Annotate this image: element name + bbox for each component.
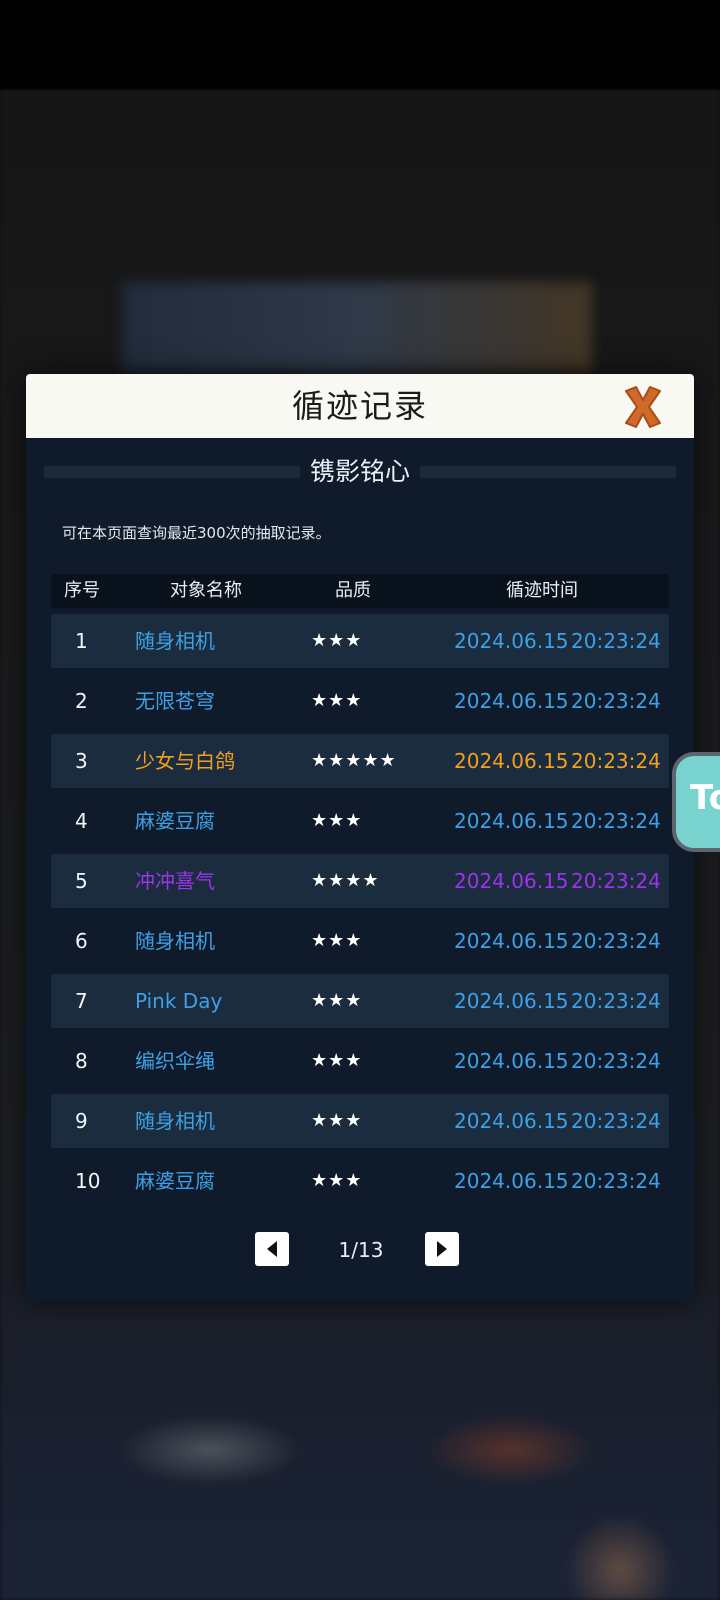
header-index: 序号 bbox=[64, 580, 100, 601]
row-date: 2024.06.15 bbox=[454, 929, 569, 953]
blurred-background-card bbox=[122, 282, 592, 372]
row-stars: ★★★ bbox=[311, 1050, 363, 1071]
row-date: 2024.06.15 bbox=[454, 749, 569, 773]
row-index: 3 bbox=[75, 749, 88, 773]
floating-assistant-tab[interactable]: To bbox=[672, 752, 720, 852]
row-time: 20:23:24 bbox=[571, 749, 661, 773]
status-bar bbox=[0, 0, 720, 90]
row-stars: ★★★★★ bbox=[311, 750, 397, 771]
table-row[interactable]: 7 Pink Day ★★★ 2024.06.15 20:23:24 bbox=[51, 974, 669, 1028]
table-row[interactable]: 1 随身相机 ★★★ 2024.06.15 20:23:24 bbox=[51, 614, 669, 668]
banner-subtitle-text: 镌影铭心 bbox=[299, 457, 420, 486]
row-stars: ★★★★ bbox=[311, 870, 380, 891]
row-index: 5 bbox=[75, 869, 88, 893]
table-row[interactable]: 10 麻婆豆腐 ★★★ 2024.06.15 20:23:24 bbox=[51, 1154, 669, 1208]
row-date: 2024.06.15 bbox=[454, 1169, 569, 1193]
header-time: 循迹时间 bbox=[506, 580, 578, 601]
row-time: 20:23:24 bbox=[571, 629, 661, 653]
prev-page-button[interactable] bbox=[255, 1232, 289, 1266]
row-stars: ★★★ bbox=[311, 810, 363, 831]
row-item-name: Pink Day bbox=[135, 989, 223, 1013]
table-row[interactable]: 2 无限苍穹 ★★★ 2024.06.15 20:23:24 bbox=[51, 674, 669, 728]
table-row[interactable]: 3 少女与白鸽 ★★★★★ 2024.06.15 20:23:24 bbox=[51, 734, 669, 788]
row-index: 6 bbox=[75, 929, 88, 953]
row-date: 2024.06.15 bbox=[454, 629, 569, 653]
row-index: 2 bbox=[75, 689, 88, 713]
pagination: 1/13 bbox=[26, 1232, 694, 1272]
row-stars: ★★★ bbox=[311, 930, 363, 951]
table-row[interactable]: 5 冲冲喜气 ★★★★ 2024.06.15 20:23:24 bbox=[51, 854, 669, 908]
row-time: 20:23:24 bbox=[571, 1109, 661, 1133]
row-time: 20:23:24 bbox=[571, 809, 661, 833]
history-dialog: 循迹记录 镌影铭心 可在本页面查询最近300次的抽取记录。 序号 对象名称 品质… bbox=[26, 374, 694, 1300]
close-button[interactable] bbox=[618, 382, 668, 432]
row-item-name: 少女与白鸽 bbox=[135, 749, 235, 773]
row-index: 8 bbox=[75, 1049, 88, 1073]
close-x-icon bbox=[625, 386, 661, 428]
row-stars: ★★★ bbox=[311, 1170, 363, 1191]
page-indicator: 1/13 bbox=[338, 1238, 384, 1262]
table-row[interactable]: 4 麻婆豆腐 ★★★ 2024.06.15 20:23:24 bbox=[51, 794, 669, 848]
table-row[interactable]: 9 随身相机 ★★★ 2024.06.15 20:23:24 bbox=[51, 1094, 669, 1148]
row-item-name: 随身相机 bbox=[135, 629, 215, 653]
triangle-right-icon bbox=[437, 1241, 447, 1257]
info-note: 可在本页面查询最近300次的抽取记录。 bbox=[62, 524, 331, 542]
row-time: 20:23:24 bbox=[571, 989, 661, 1013]
row-item-name: 随身相机 bbox=[135, 1109, 215, 1133]
row-item-name: 麻婆豆腐 bbox=[135, 1169, 215, 1193]
table-header: 序号 对象名称 品质 循迹时间 bbox=[51, 574, 669, 608]
row-index: 10 bbox=[75, 1169, 101, 1193]
row-time: 20:23:24 bbox=[571, 689, 661, 713]
banner-subtitle: 镌影铭心 bbox=[26, 454, 694, 490]
row-time: 20:23:24 bbox=[571, 869, 661, 893]
dialog-header: 循迹记录 bbox=[26, 374, 694, 438]
row-index: 7 bbox=[75, 989, 88, 1013]
row-item-name: 随身相机 bbox=[135, 929, 215, 953]
row-time: 20:23:24 bbox=[571, 1049, 661, 1073]
row-date: 2024.06.15 bbox=[454, 689, 569, 713]
row-stars: ★★★ bbox=[311, 1110, 363, 1131]
row-date: 2024.06.15 bbox=[454, 1109, 569, 1133]
row-date: 2024.06.15 bbox=[454, 1049, 569, 1073]
row-date: 2024.06.15 bbox=[454, 869, 569, 893]
row-index: 9 bbox=[75, 1109, 88, 1133]
triangle-left-icon bbox=[267, 1241, 277, 1257]
row-item-name: 麻婆豆腐 bbox=[135, 809, 215, 833]
row-time: 20:23:24 bbox=[571, 1169, 661, 1193]
next-page-button[interactable] bbox=[425, 1232, 459, 1266]
header-name: 对象名称 bbox=[170, 580, 242, 601]
row-stars: ★★★ bbox=[311, 990, 363, 1011]
row-date: 2024.06.15 bbox=[454, 989, 569, 1013]
row-stars: ★★★ bbox=[311, 690, 363, 711]
row-index: 1 bbox=[75, 629, 88, 653]
table-row[interactable]: 8 编织伞绳 ★★★ 2024.06.15 20:23:24 bbox=[51, 1034, 669, 1088]
row-time: 20:23:24 bbox=[571, 929, 661, 953]
header-quality: 品质 bbox=[335, 580, 371, 601]
table-row[interactable]: 6 随身相机 ★★★ 2024.06.15 20:23:24 bbox=[51, 914, 669, 968]
floating-tab-label: To bbox=[690, 778, 720, 818]
row-item-name: 无限苍穹 bbox=[135, 689, 215, 713]
row-stars: ★★★ bbox=[311, 630, 363, 651]
row-index: 4 bbox=[75, 809, 88, 833]
dialog-title: 循迹记录 bbox=[291, 387, 428, 425]
row-item-name: 冲冲喜气 bbox=[135, 869, 215, 893]
row-item-name: 编织伞绳 bbox=[135, 1049, 215, 1073]
row-date: 2024.06.15 bbox=[454, 809, 569, 833]
